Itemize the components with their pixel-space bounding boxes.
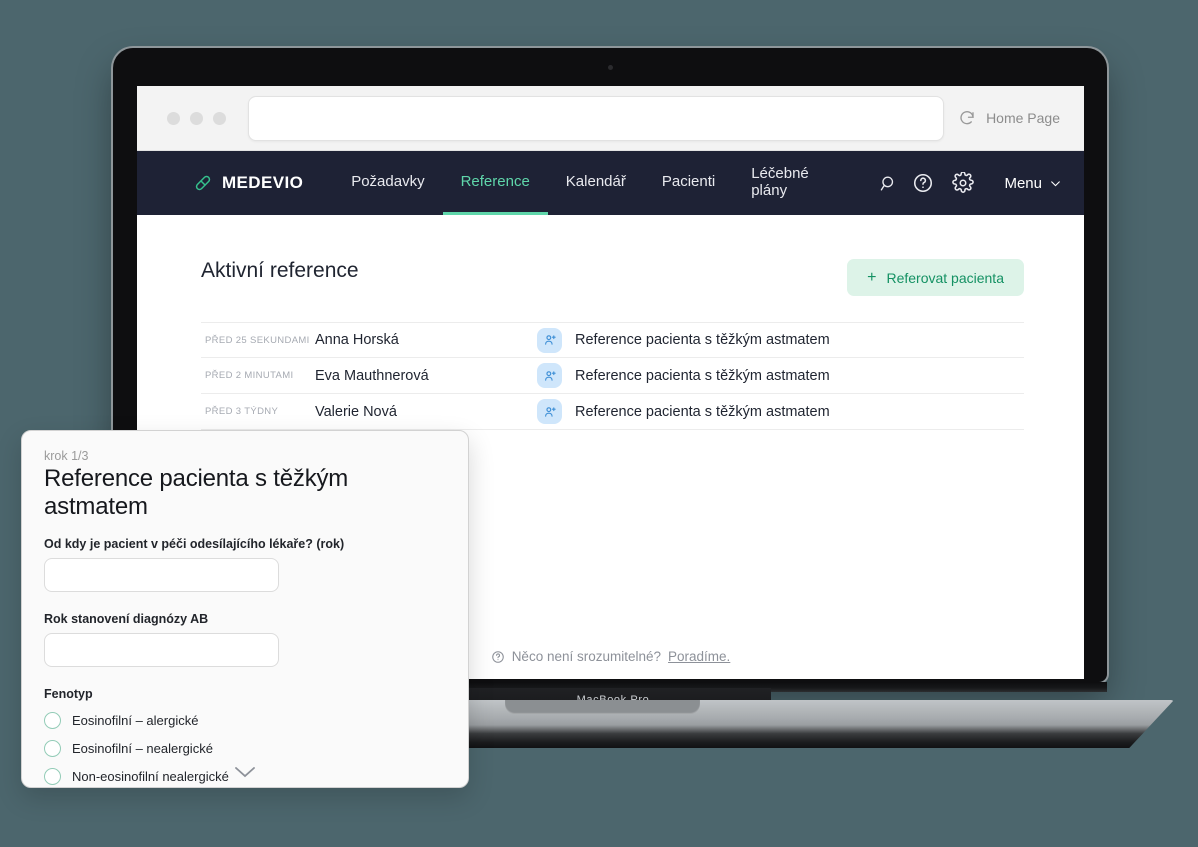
webcam-dot: [608, 65, 613, 70]
nav-item-kalendar[interactable]: Kalendář: [548, 151, 644, 215]
close-window-dot[interactable]: [167, 112, 180, 125]
field-label-diagnosis-year: Rok stanovení diagnózy AB: [44, 612, 446, 626]
form-step-label: krok 1/3: [44, 449, 446, 463]
nav-item-pozadavky[interactable]: Požadavky: [333, 151, 442, 215]
search-icon: [879, 174, 898, 193]
nav-item-reference[interactable]: Reference: [443, 151, 548, 215]
menu-button[interactable]: Menu: [1004, 175, 1062, 192]
help-text: Něco není srozumitelné?: [512, 649, 661, 664]
person-add-icon: [537, 363, 562, 388]
diagnosis-year-input[interactable]: [44, 633, 279, 667]
page-header: Aktivní reference + Referovat pacienta: [201, 259, 1024, 296]
question-circle-icon[interactable]: [912, 172, 934, 194]
row-reference-type: Reference pacienta s těžkým astmatem: [575, 332, 830, 348]
laptop-notch-groove: [505, 700, 700, 714]
radio-label: Eosinofilní – alergické: [72, 713, 198, 728]
chevron-down-icon: [1049, 177, 1062, 190]
page-title: Aktivní reference: [201, 259, 359, 283]
nav-item-label: Požadavky: [351, 173, 424, 190]
minimize-window-dot[interactable]: [190, 112, 203, 125]
row-timestamp: PŘED 25 SEKUNDAMI: [205, 335, 315, 346]
reload-icon[interactable]: [958, 109, 976, 127]
chevron-down-icon: [233, 765, 257, 779]
nav-items: Požadavky Reference Kalendář Pacienti Lé…: [333, 151, 857, 215]
app-navbar: MEDEVIO Požadavky Reference Kalendář Pac…: [137, 151, 1084, 215]
active-references-list: PŘED 25 SEKUNDAMI Anna Horská Reference …: [201, 322, 1024, 430]
row-patient-name: Eva Mauthnerová: [315, 368, 537, 384]
nav-item-lecebne-plany[interactable]: Léčebné plány: [733, 151, 857, 215]
row-reference-type: Reference pacienta s těžkým astmatem: [575, 368, 830, 384]
screenshot-stage: Home Page MEDEVIO Požadavky Reference Ka…: [0, 0, 1198, 847]
referral-form-card: krok 1/3 Reference pacienta s těžkým ast…: [21, 430, 469, 788]
pill-capsule-icon: [193, 173, 213, 193]
browser-chrome: Home Page: [137, 86, 1084, 151]
url-input[interactable]: [248, 96, 944, 141]
table-row[interactable]: PŘED 25 SEKUNDAMI Anna Horská Reference …: [201, 322, 1024, 358]
form-title: Reference pacienta s těžkým astmatem: [44, 465, 446, 521]
row-patient-name: Anna Horská: [315, 332, 537, 348]
question-circle-icon: [491, 650, 505, 664]
plus-icon: +: [867, 270, 876, 286]
nav-item-pacienti[interactable]: Pacienti: [644, 151, 733, 215]
home-page-label[interactable]: Home Page: [986, 110, 1060, 126]
nav-item-label: Pacienti: [662, 173, 715, 190]
nav-search-button[interactable]: [857, 151, 912, 215]
nav-item-label: Reference: [461, 173, 530, 190]
gear-icon[interactable]: [952, 172, 974, 194]
field-label-care-since: Od kdy je pacient v péči odesílajícího l…: [44, 537, 446, 551]
browser-chrome-right: Home Page: [958, 109, 1068, 127]
nav-right-actions: Menu: [912, 151, 1062, 215]
radio-circle-icon: [44, 712, 61, 729]
brand-name: MEDEVIO: [222, 173, 303, 193]
table-row[interactable]: PŘED 3 TÝDNY Valerie Nová Reference paci…: [201, 394, 1024, 430]
refer-patient-button[interactable]: + Referovat pacienta: [847, 259, 1024, 296]
radio-circle-icon: [44, 740, 61, 757]
maximize-window-dot[interactable]: [213, 112, 226, 125]
row-timestamp: PŘED 3 TÝDNY: [205, 406, 315, 417]
radio-option-eosinofilni-nealergicke[interactable]: Eosinofilní – nealergické: [44, 734, 446, 762]
row-patient-name: Valerie Nová: [315, 404, 537, 420]
expand-more-button[interactable]: [22, 765, 468, 779]
window-traffic-lights[interactable]: [153, 112, 238, 125]
nav-item-label: Léčebné plány: [751, 165, 839, 199]
help-link[interactable]: Poradíme.: [668, 649, 730, 664]
row-timestamp: PŘED 2 MINUTAMI: [205, 370, 315, 381]
radio-label: Eosinofilní – nealergické: [72, 741, 213, 756]
menu-label: Menu: [1004, 175, 1042, 192]
brand-logo[interactable]: MEDEVIO: [193, 151, 303, 215]
person-add-icon: [537, 328, 562, 353]
nav-item-label: Kalendář: [566, 173, 626, 190]
fenotyp-group-label: Fenotyp: [44, 687, 446, 701]
refer-patient-label: Referovat pacienta: [886, 270, 1004, 286]
table-row[interactable]: PŘED 2 MINUTAMI Eva Mauthnerová Referenc…: [201, 358, 1024, 394]
row-reference-type: Reference pacienta s těžkým astmatem: [575, 404, 830, 420]
radio-option-eosinofilni-alergicke[interactable]: Eosinofilní – alergické: [44, 706, 446, 734]
person-add-icon: [537, 399, 562, 424]
care-since-year-input[interactable]: [44, 558, 279, 592]
